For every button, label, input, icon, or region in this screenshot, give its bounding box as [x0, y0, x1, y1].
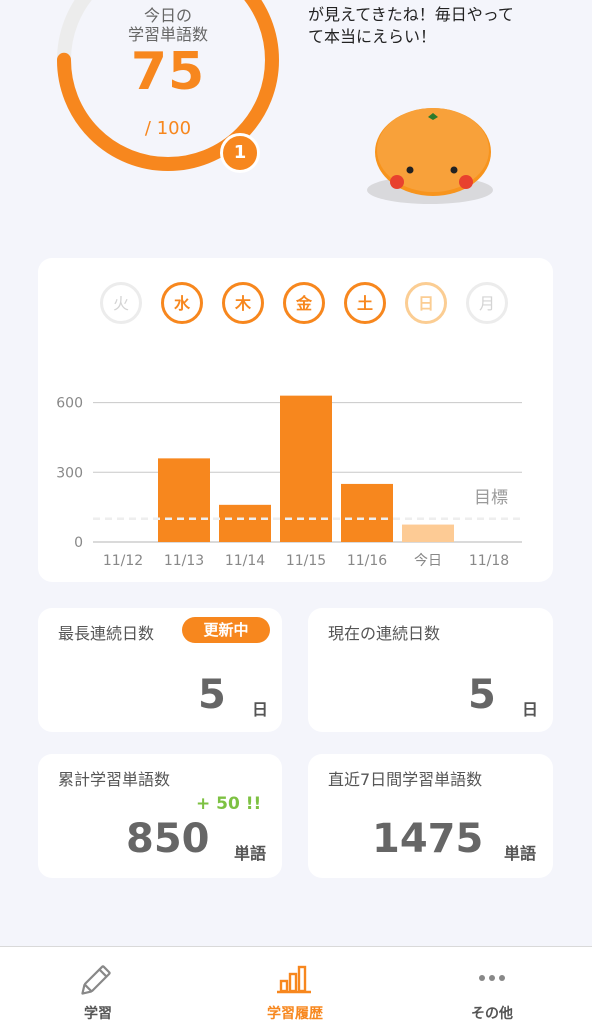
current-streak-card: 現在の連続日数 5 日 — [308, 608, 553, 732]
day-wed[interactable]: 水 — [161, 282, 203, 324]
x-tick-label: 11/12 — [103, 553, 143, 569]
mandarin-mascot[interactable] — [366, 104, 500, 214]
speech-line-1: が見えてきたね！毎日やって — [308, 5, 514, 24]
longest-streak-title: 最長連続日数 — [58, 624, 155, 643]
longest-streak-card: 最長連続日数 更新中 5 日 — [38, 608, 282, 732]
total-words-value: 850 — [126, 816, 210, 862]
total-words-card: 累計学習単語数 + 50 !! 850 単語 — [38, 754, 282, 878]
recent-words-value: 1475 — [372, 816, 484, 862]
recent-words-title: 直近7日間学習単語数 — [328, 770, 483, 789]
notification-badge[interactable]: 1 — [220, 133, 260, 173]
chart-bar — [219, 504, 271, 542]
bar-chart-icon — [277, 965, 311, 994]
chart-bar — [280, 395, 332, 542]
day-thu[interactable]: 木 — [222, 282, 264, 324]
day-fri[interactable]: 金 — [283, 282, 325, 324]
day-sun[interactable]: 日 — [405, 282, 447, 324]
weekly-history-card: 火 水 木 金 土 日 月 0 300 600 11/12 11/13 11/14 11/1… — [38, 258, 553, 582]
chart-bar — [341, 483, 393, 542]
tab-study[interactable]: 学習 — [28, 947, 168, 1025]
weekly-words-chart: 0 300 600 11/12 11/13 11/14 11/15 11/16 今日 11/18 目… — [38, 378, 553, 578]
speech-line-2: て本当にえらい！ — [308, 27, 437, 46]
x-tick-label: 11/18 — [469, 553, 509, 569]
today-label-line1: 今日の — [143, 6, 192, 25]
today-words-value: 75 — [130, 42, 206, 102]
mascot-speech-text: が見えてきたね！毎日やって て本当にえらい！ — [308, 4, 576, 48]
total-words-unit: 単語 — [234, 844, 267, 863]
tab-study-label: 学習 — [84, 1006, 112, 1022]
day-sat[interactable]: 土 — [344, 282, 386, 324]
tab-history-label: 学習履歴 — [267, 1006, 323, 1022]
today-words-label: 今日の 学習単語数 — [52, 6, 284, 44]
updating-badge: 更新中 — [182, 617, 270, 643]
bar-chart-svg: 0 300 600 11/12 11/13 11/14 11/15 11/16 今日 11/18 目… — [56, 395, 522, 569]
x-tick-label: 今日 — [414, 553, 442, 569]
mandarin-mascot-icon — [367, 108, 493, 204]
y-tick-label: 600 — [56, 396, 83, 412]
x-tick-label: 11/16 — [347, 553, 387, 569]
longest-streak-unit: 日 — [252, 700, 269, 719]
day-mon[interactable]: 月 — [466, 282, 508, 324]
recent-words-unit: 単語 — [504, 844, 537, 863]
day-tue[interactable]: 火 — [100, 282, 142, 324]
tab-more-label: その他 — [471, 1006, 513, 1022]
x-tick-label: 11/14 — [225, 553, 265, 569]
words-increase-label: + 50 !! — [196, 794, 262, 814]
tab-history[interactable]: 学習履歴 — [225, 947, 365, 1025]
today-progress-ring: 今日の 学習単語数 75 / 100 1 — [52, 0, 284, 176]
x-tick-label: 11/13 — [164, 553, 204, 569]
current-streak-title: 現在の連続日数 — [328, 624, 441, 643]
total-words-title: 累計学習単語数 — [58, 770, 171, 789]
more-icon — [479, 975, 505, 981]
chart-bar — [158, 458, 210, 542]
x-tick-label: 11/15 — [286, 553, 326, 569]
chart-bar — [402, 524, 454, 542]
bottom-tab-bar: 学習 学習履歴 その他 — [0, 946, 592, 1025]
y-tick-label: 0 — [74, 535, 83, 551]
y-tick-label: 300 — [56, 465, 83, 481]
recent-words-card: 直近7日間学習単語数 1475 単語 — [308, 754, 553, 878]
tab-more[interactable]: その他 — [422, 947, 562, 1025]
pencil-icon — [81, 965, 111, 995]
longest-streak-value: 5 — [198, 672, 226, 718]
current-streak-unit: 日 — [522, 700, 539, 719]
goal-label: 目標 — [474, 488, 508, 508]
current-streak-value: 5 — [468, 672, 496, 718]
